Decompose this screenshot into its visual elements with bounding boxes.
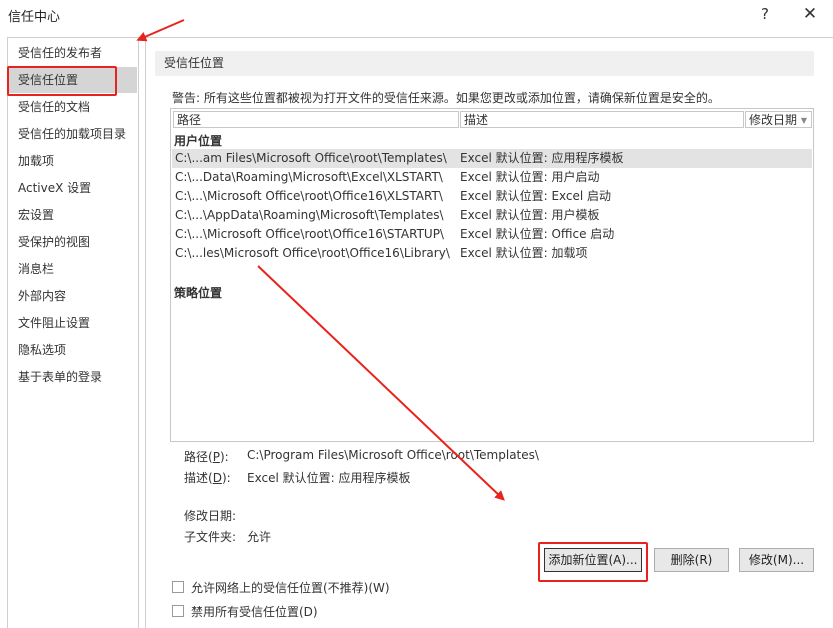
annotation-arrows [136,19,505,501]
arrow-to-add-button [257,265,505,501]
arrow-to-sidebar [136,19,185,42]
